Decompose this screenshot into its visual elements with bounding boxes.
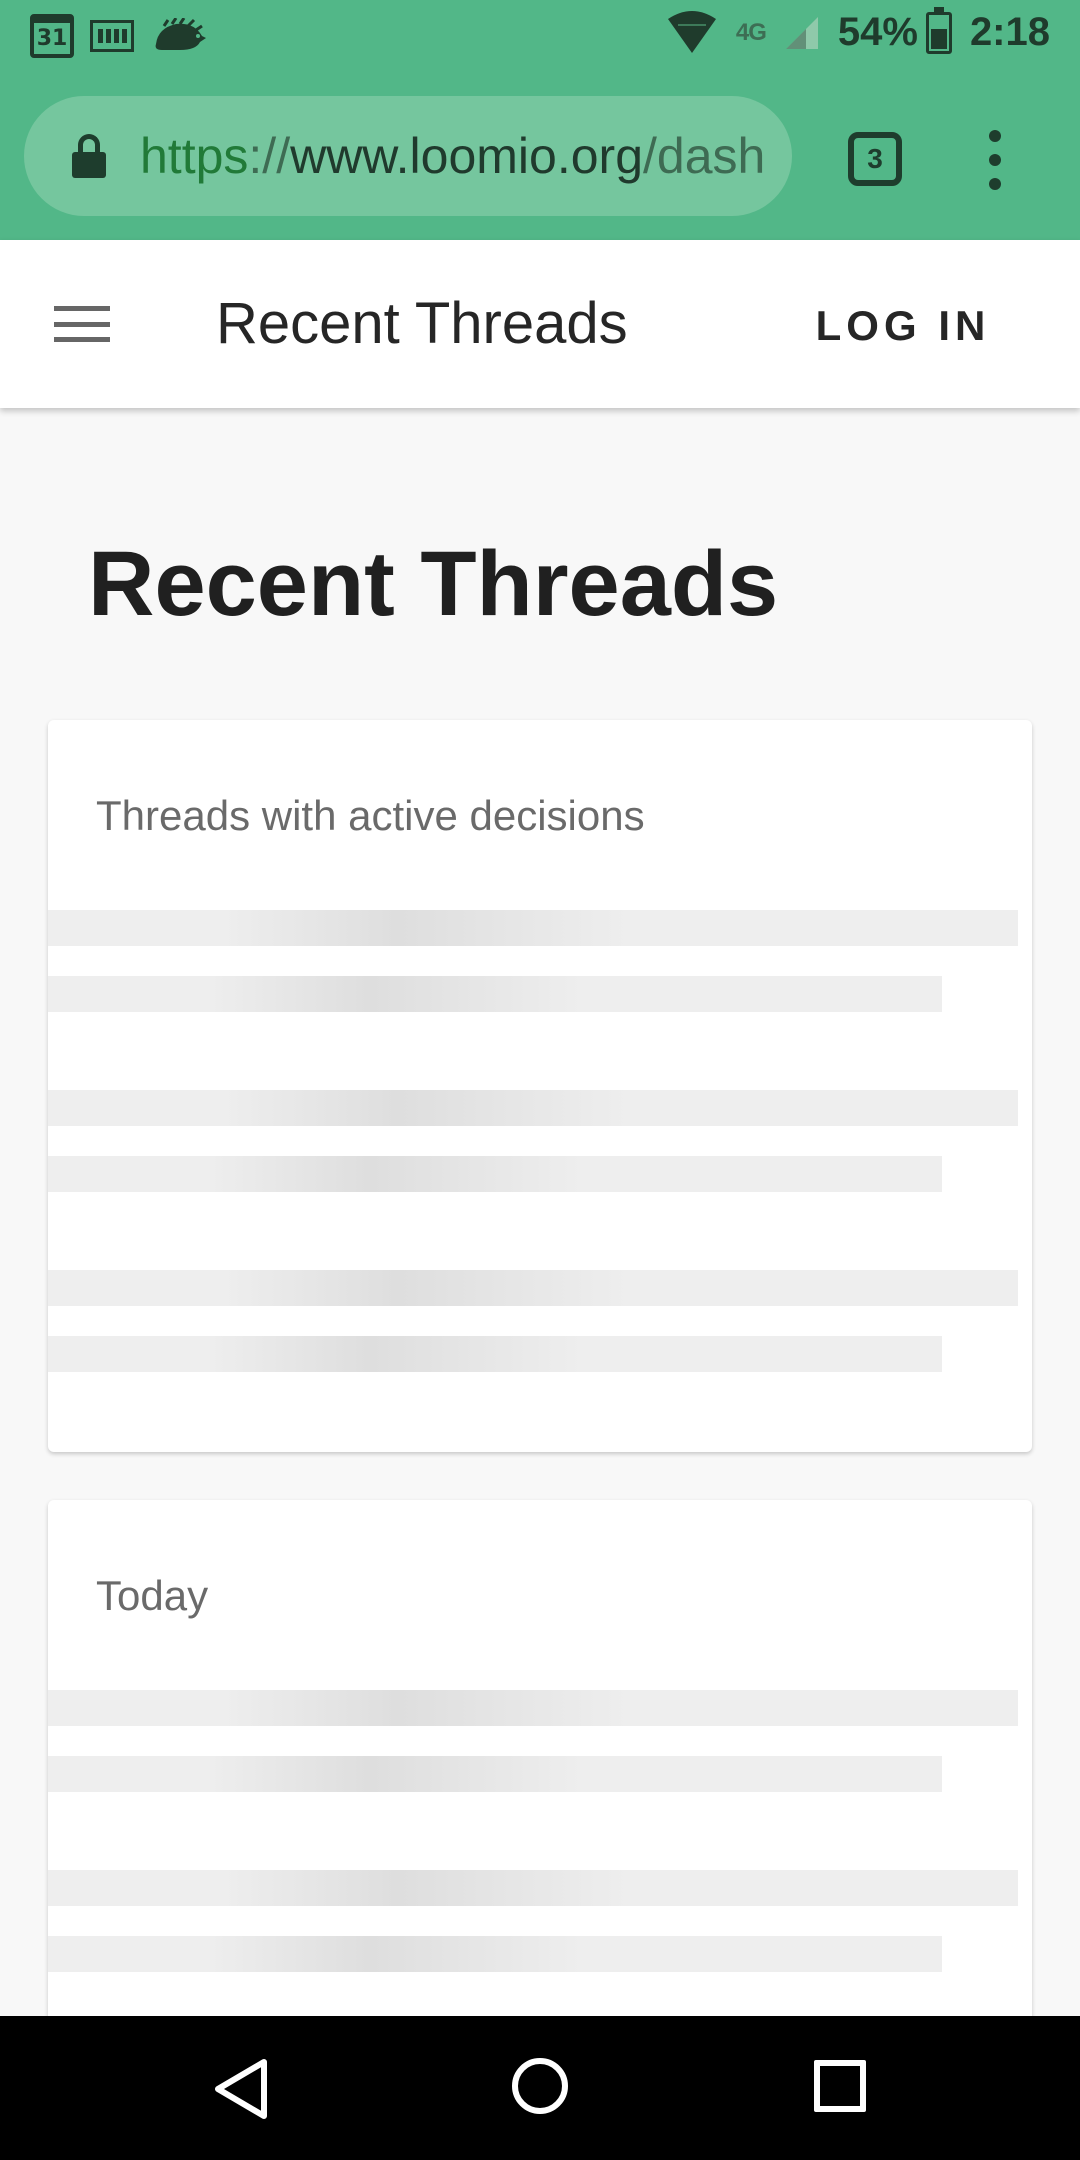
clock: 2:18 bbox=[969, 10, 1050, 54]
loading-placeholder bbox=[48, 1270, 1018, 1306]
login-button[interactable]: LOG IN bbox=[808, 296, 998, 356]
hamburger-icon[interactable] bbox=[54, 306, 110, 342]
film-strip-icon bbox=[90, 20, 134, 52]
wifi-icon bbox=[667, 10, 716, 53]
more-vert-icon[interactable] bbox=[980, 130, 1010, 190]
main-content: Recent Threads Threads with active decis… bbox=[0, 408, 1080, 2016]
status-bar: 31 4G 54% 2:18 bbox=[0, 0, 1080, 72]
loading-placeholder bbox=[48, 976, 942, 1012]
screen: 31 4G 54% 2:18 https://www.loomio.org/da… bbox=[0, 0, 1080, 2160]
loading-placeholder bbox=[48, 1336, 942, 1372]
url-text[interactable]: https://www.loomio.org/dash bbox=[140, 127, 765, 185]
loading-placeholder bbox=[48, 910, 1018, 946]
loading-placeholder bbox=[48, 1870, 1018, 1906]
address-bar[interactable]: https://www.loomio.org/dash bbox=[24, 96, 792, 216]
network-type-icon: 4G bbox=[735, 18, 767, 46]
battery-percent: 54% bbox=[837, 10, 918, 54]
calendar-day: 31 bbox=[36, 26, 68, 51]
loading-placeholder bbox=[48, 1690, 1018, 1726]
tab-switcher-icon[interactable]: 3 bbox=[848, 132, 902, 186]
battery-level-fill bbox=[930, 29, 947, 49]
card-title: Today bbox=[96, 1572, 209, 1619]
tab-count: 3 bbox=[867, 143, 883, 174]
loading-placeholder bbox=[48, 1936, 942, 1972]
browser-toolbar: https://www.loomio.org/dash 3 bbox=[0, 72, 1080, 240]
hedgehog-icon bbox=[155, 18, 206, 50]
app-bar: Recent Threads LOG IN bbox=[0, 240, 1080, 408]
url-host: www.loomio.org bbox=[290, 128, 643, 184]
loading-placeholder bbox=[48, 1756, 942, 1792]
battery-icon bbox=[925, 6, 952, 54]
loading-placeholder bbox=[48, 1090, 1018, 1126]
url-separator: :// bbox=[248, 128, 291, 184]
url-path: /dash bbox=[643, 128, 766, 184]
page-title: Recent Threads bbox=[88, 533, 779, 635]
calendar-icon: 31 bbox=[30, 14, 74, 58]
back-icon[interactable] bbox=[210, 2056, 270, 2122]
thread-card-today: Today bbox=[48, 1500, 1032, 2016]
system-icons: 4G 54% 2:18 bbox=[666, 6, 1050, 55]
signal-icon bbox=[785, 16, 818, 49]
navigation-bar bbox=[0, 2016, 1080, 2160]
url-scheme: https bbox=[140, 128, 249, 184]
card-title: Threads with active decisions bbox=[96, 792, 645, 839]
notification-icons: 31 bbox=[30, 14, 208, 58]
thread-card-active-decisions: Threads with active decisions bbox=[48, 720, 1032, 1452]
loading-placeholder bbox=[48, 1156, 942, 1192]
lock-icon[interactable] bbox=[72, 134, 106, 178]
home-icon[interactable] bbox=[512, 2058, 568, 2114]
app-bar-title: Recent Threads bbox=[216, 291, 628, 356]
recents-icon[interactable] bbox=[814, 2060, 866, 2112]
